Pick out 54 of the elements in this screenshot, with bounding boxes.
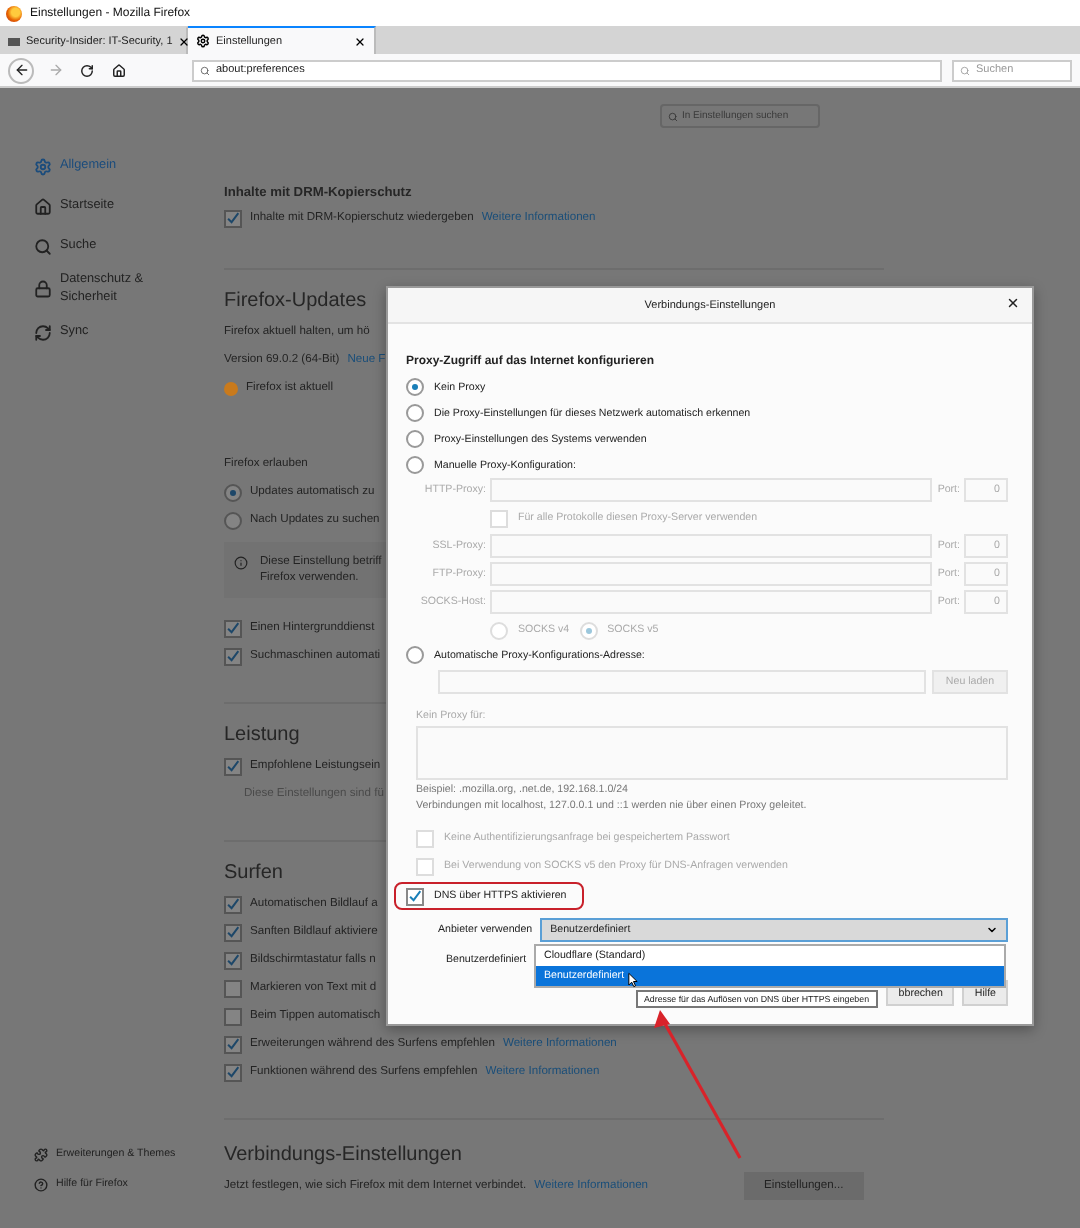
status-icon <box>224 381 238 395</box>
back-arrow-icon <box>13 62 29 78</box>
radio-button[interactable] <box>406 378 424 396</box>
checkbox[interactable] <box>224 1063 242 1081</box>
home-icon <box>34 197 52 215</box>
checkbox[interactable] <box>224 647 242 665</box>
text-field[interactable] <box>490 478 932 502</box>
home-button[interactable] <box>108 59 130 81</box>
search-icon <box>668 111 678 121</box>
section-heading: Leistung <box>224 722 300 750</box>
forward-arrow-icon <box>47 62 63 78</box>
site-icon <box>8 37 20 45</box>
checkbox[interactable] <box>224 1035 242 1053</box>
browser-logo <box>6 5 22 21</box>
text-field[interactable] <box>490 590 932 614</box>
reload-icon <box>80 63 94 77</box>
text-field[interactable] <box>438 669 926 693</box>
checkbox[interactable] <box>224 895 242 913</box>
section-heading: Firefox-Updates <box>224 288 367 316</box>
help-icon <box>34 1178 48 1192</box>
search-icon <box>200 65 210 75</box>
text-field[interactable] <box>490 534 932 558</box>
sync-icon <box>34 324 52 343</box>
checkbox[interactable] <box>224 951 242 969</box>
reload-button[interactable] <box>76 59 98 81</box>
info-icon <box>234 556 248 570</box>
lock-icon <box>34 280 52 299</box>
text-field[interactable] <box>490 562 932 586</box>
caret-icon <box>986 924 998 936</box>
radio-button[interactable] <box>224 483 242 501</box>
section-heading: Surfen <box>224 860 283 888</box>
checkbox[interactable] <box>224 209 242 227</box>
checkbox[interactable] <box>224 757 242 775</box>
checkbox[interactable] <box>224 619 242 637</box>
radio-button[interactable] <box>406 404 424 422</box>
radio-button[interactable] <box>406 456 424 474</box>
close-icon[interactable] <box>354 35 366 47</box>
search-icon <box>34 237 52 255</box>
radio-button[interactable] <box>406 430 424 448</box>
close-icon[interactable] <box>178 35 191 47</box>
close-icon[interactable] <box>1006 296 1020 310</box>
section-heading: Verbindungs-Einstellungen <box>224 1142 462 1170</box>
radio-button[interactable] <box>406 646 424 664</box>
puzzle-icon <box>34 1148 48 1162</box>
home-icon <box>112 63 126 77</box>
radio-button[interactable] <box>224 511 242 529</box>
search-icon <box>960 65 970 75</box>
gear-icon <box>34 157 52 175</box>
checkbox[interactable] <box>224 979 242 997</box>
back-button[interactable] <box>8 57 34 83</box>
gear-icon <box>196 34 210 48</box>
checkbox[interactable] <box>224 923 242 941</box>
checkbox[interactable] <box>224 1007 242 1025</box>
checkbox[interactable] <box>406 887 424 905</box>
